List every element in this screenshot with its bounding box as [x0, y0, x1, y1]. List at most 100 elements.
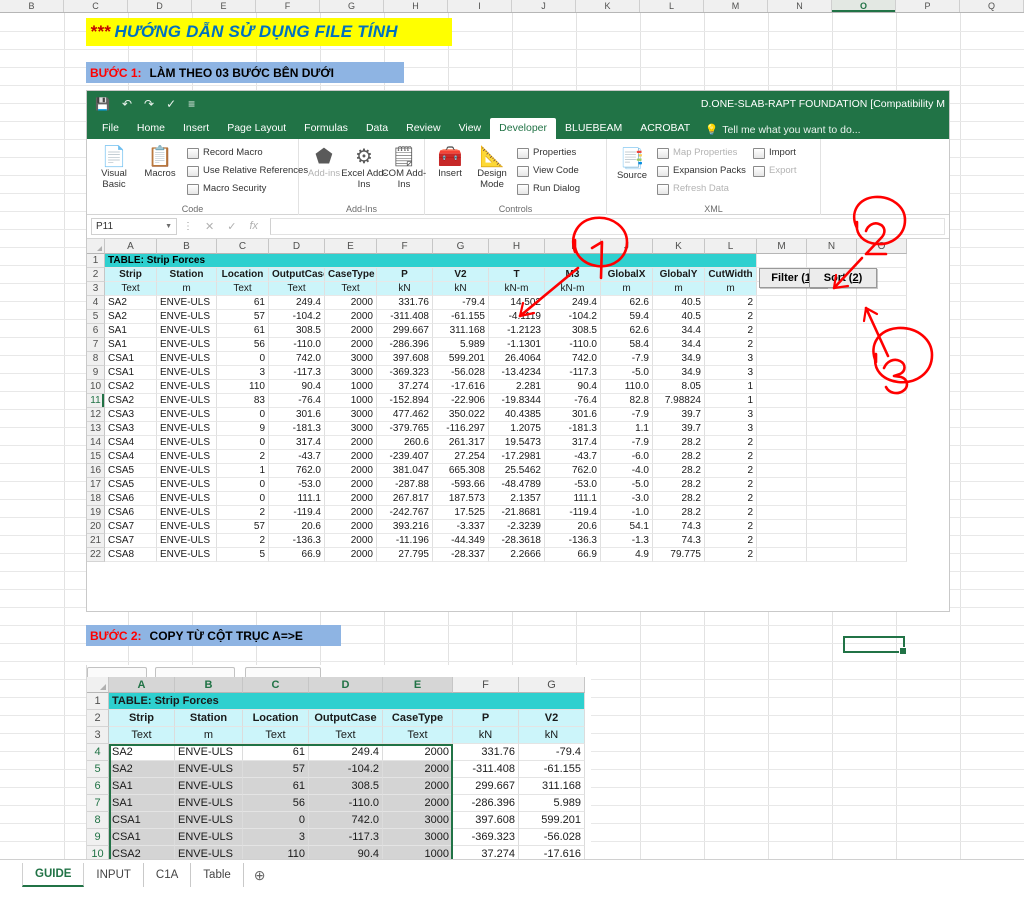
- grid-row-header-7[interactable]: 7: [87, 338, 105, 352]
- cancel-icon[interactable]: ✕: [205, 220, 214, 233]
- grid-column-header-b[interactable]: B: [157, 239, 217, 254]
- grid-row-header-19[interactable]: 19: [87, 506, 105, 520]
- sheet-tab-table[interactable]: Table: [191, 863, 244, 887]
- sheet-tab-input[interactable]: INPUT: [84, 863, 144, 887]
- confirm-icon[interactable]: ✓: [227, 220, 236, 233]
- grid2-column-header-d[interactable]: D: [309, 677, 383, 693]
- grid-column-header-e[interactable]: E: [325, 239, 377, 254]
- grid-column-header-n[interactable]: N: [807, 239, 857, 254]
- host-column-header-g[interactable]: G: [320, 0, 384, 12]
- host-column-header-b[interactable]: B: [0, 0, 64, 12]
- format-painter-icon[interactable]: ✓: [166, 98, 176, 110]
- ribbon-item-expansion-packs[interactable]: Expansion Packs: [657, 165, 746, 177]
- host-column-header-q[interactable]: Q: [960, 0, 1024, 12]
- host-column-header-p[interactable]: P: [896, 0, 960, 12]
- ribbon-item-import[interactable]: Import: [753, 147, 796, 159]
- grid-row-header-8[interactable]: 8: [87, 352, 105, 366]
- select-all-corner-2[interactable]: [87, 677, 109, 693]
- grid-row-header-17[interactable]: 17: [87, 478, 105, 492]
- grid-row-header-20[interactable]: 20: [87, 520, 105, 534]
- grid-row-header-15[interactable]: 15: [87, 450, 105, 464]
- insert-function-icon[interactable]: fx: [249, 220, 258, 233]
- grid-row-header-13[interactable]: 13: [87, 422, 105, 436]
- grid-column-header-f[interactable]: F: [377, 239, 433, 254]
- grid2-column-header-c[interactable]: C: [243, 677, 309, 693]
- host-column-header-h[interactable]: H: [384, 0, 448, 12]
- host-column-header-k[interactable]: K: [576, 0, 640, 12]
- grid2-row-header-9[interactable]: 9: [87, 829, 109, 846]
- ribbon-item-refresh-data[interactable]: Refresh Data: [657, 183, 729, 195]
- select-all-corner[interactable]: [87, 239, 105, 254]
- ribbon-item-properties[interactable]: Properties: [517, 147, 576, 159]
- save-icon[interactable]: 💾: [95, 98, 110, 110]
- host-column-header-e[interactable]: E: [192, 0, 256, 12]
- ribbon-item-use-relative-references[interactable]: Use Relative References: [187, 165, 308, 177]
- ribbon-item-run-dialog[interactable]: Run Dialog: [517, 183, 580, 195]
- ribbon-tab-review[interactable]: Review: [397, 118, 449, 139]
- ribbon-button-design-mode[interactable]: 📐 Design Mode: [469, 145, 515, 190]
- grid-column-header-i[interactable]: I: [545, 239, 601, 254]
- grid-row-header-21[interactable]: 21: [87, 534, 105, 548]
- grid2-row-header-10[interactable]: 10: [87, 846, 109, 860]
- grid2-column-header-f[interactable]: F: [453, 677, 519, 693]
- grid-row-header-10[interactable]: 10: [87, 380, 105, 394]
- ribbon-tab-file[interactable]: File: [93, 118, 128, 139]
- grid2-column-header-g[interactable]: G: [519, 677, 585, 693]
- developer-ribbon[interactable]: 📄 Visual Basic 📋 Macros Record Macro Use Rela…: [87, 139, 949, 215]
- ribbon-tab-view[interactable]: View: [450, 118, 491, 139]
- host-column-header-row[interactable]: BCDEFGHIJKLMNOPQ: [0, 0, 1024, 13]
- host-column-header-m[interactable]: M: [704, 0, 768, 12]
- tell-me-box[interactable]: 💡 Tell me what you want to do...: [699, 120, 866, 139]
- grid-row-header-12[interactable]: 12: [87, 408, 105, 422]
- customize-qat-icon[interactable]: ≡: [188, 98, 195, 110]
- grid-row-header-4[interactable]: 4: [87, 296, 105, 310]
- grid-row-header-1[interactable]: 1: [87, 254, 105, 268]
- quick-access-toolbar[interactable]: 💾 ↶ ↷ ✓ ≡: [95, 91, 195, 117]
- formula-bar[interactable]: P11 ▼ ⋮ ✕ ✓ fx: [87, 215, 949, 239]
- name-box[interactable]: P11 ▼: [91, 218, 177, 235]
- chevron-down-icon[interactable]: ▼: [165, 223, 172, 230]
- grid-column-header-k[interactable]: K: [653, 239, 705, 254]
- ribbon-item-macro-security[interactable]: Macro Security: [187, 183, 266, 195]
- grid-row-header-11[interactable]: 11: [87, 394, 105, 408]
- grid-column-header-j[interactable]: J: [601, 239, 653, 254]
- grid-column-header-c[interactable]: C: [217, 239, 269, 254]
- formula-input[interactable]: [270, 218, 945, 235]
- grid2-row-header-3[interactable]: 3: [87, 727, 109, 744]
- redo-icon[interactable]: ↷: [144, 98, 154, 110]
- grid-row-header-18[interactable]: 18: [87, 492, 105, 506]
- grid2-column-header-a[interactable]: A: [109, 677, 175, 693]
- ribbon-button-visual-basic[interactable]: 📄 Visual Basic: [91, 145, 137, 190]
- ribbon-tab-page-layout[interactable]: Page Layout: [218, 118, 295, 139]
- host-column-header-n[interactable]: N: [768, 0, 832, 12]
- ribbon-item-export[interactable]: Export: [753, 165, 796, 177]
- ribbon-tab-developer[interactable]: Developer: [490, 118, 557, 139]
- ribbon-item-view-code[interactable]: View Code: [517, 165, 579, 177]
- grid-column-header-h[interactable]: H: [489, 239, 545, 254]
- grid2-row-header-6[interactable]: 6: [87, 778, 109, 795]
- grid2-row-header-4[interactable]: 4: [87, 744, 109, 761]
- worksheet-grid-step1[interactable]: A B C D E F G H I J K L M N O 1 2 3 4 5 6 7 8 9 10 11 12 13 14 15 16 17…: [87, 239, 949, 571]
- grid2-row-header-1[interactable]: 1: [87, 693, 109, 710]
- host-column-header-l[interactable]: L: [640, 0, 704, 12]
- host-column-header-j[interactable]: J: [512, 0, 576, 12]
- host-selected-cell[interactable]: [843, 636, 907, 655]
- grid-column-header-g[interactable]: G: [433, 239, 489, 254]
- ribbon-tab-home[interactable]: Home: [128, 118, 174, 139]
- grid2-row-header-8[interactable]: 8: [87, 812, 109, 829]
- grid-column-header-o[interactable]: O: [857, 239, 907, 254]
- ribbon-item-map-properties[interactable]: Map Properties: [657, 147, 737, 159]
- sort-button[interactable]: Sort (2): [809, 268, 877, 288]
- undo-icon[interactable]: ↶: [122, 98, 132, 110]
- grid2-row-header-2[interactable]: 2: [87, 710, 109, 727]
- ribbon-tab-strip[interactable]: File Home Insert Page Layout Formulas Data Rev…: [87, 117, 949, 139]
- host-column-header-d[interactable]: D: [128, 0, 192, 12]
- ribbon-button-insert[interactable]: 🧰 Insert: [427, 145, 473, 180]
- ribbon-button-macros[interactable]: 📋 Macros: [137, 145, 183, 180]
- host-column-header-f[interactable]: F: [256, 0, 320, 12]
- grid-row-header-22[interactable]: 22: [87, 548, 105, 562]
- ribbon-tab-insert[interactable]: Insert: [174, 118, 218, 139]
- grid2-column-header-e[interactable]: E: [383, 677, 453, 693]
- host-column-header-i[interactable]: I: [448, 0, 512, 12]
- ribbon-tab-formulas[interactable]: Formulas: [295, 118, 357, 139]
